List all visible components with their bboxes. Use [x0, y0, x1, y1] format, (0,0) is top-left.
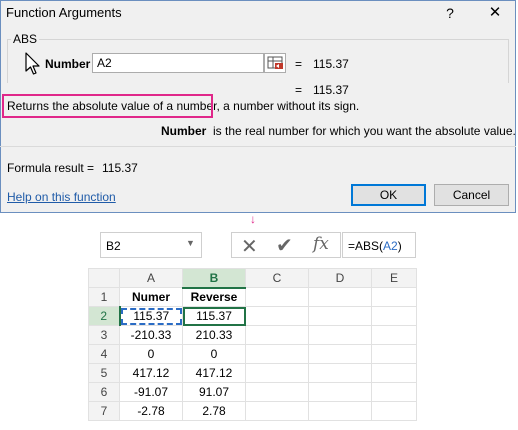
formula-prefix: =ABS(	[348, 239, 384, 253]
cell-a7[interactable]: -2.78	[119, 401, 183, 421]
formula-ref: A2	[383, 239, 398, 253]
cell-e4[interactable]	[371, 344, 417, 364]
cell-a3[interactable]: -210.33	[119, 325, 183, 345]
cell-e6[interactable]	[371, 382, 417, 402]
cell-e5[interactable]	[371, 363, 417, 383]
formula-result-label: Formula result =	[7, 161, 95, 175]
cell-b5[interactable]: 417.12	[182, 363, 246, 383]
cell-c7[interactable]	[245, 401, 309, 421]
select-all-corner[interactable]	[88, 268, 120, 288]
cell-a4[interactable]: 0	[119, 344, 183, 364]
cell-a6[interactable]: -91.07	[119, 382, 183, 402]
cell-d2[interactable]	[308, 306, 372, 326]
cell-d7[interactable]	[308, 401, 372, 421]
row-header-6[interactable]: 6	[88, 382, 120, 402]
column-header-b[interactable]: B	[182, 268, 246, 289]
cell-d4[interactable]	[308, 344, 372, 364]
number-arg-label: Number	[45, 57, 91, 71]
chevron-down-icon[interactable]: ▼	[186, 238, 195, 248]
column-header-e[interactable]: E	[371, 268, 417, 288]
help-button[interactable]: ?	[440, 2, 460, 24]
arg-equals-sign: =	[295, 57, 303, 71]
cell-d6[interactable]	[308, 382, 372, 402]
number-arg-input[interactable]	[92, 53, 264, 73]
cell-b7[interactable]: 2.78	[182, 401, 246, 421]
cell-b1[interactable]: Reverse	[182, 287, 246, 307]
cancel-button[interactable]: Cancel	[434, 184, 509, 206]
cell-d1[interactable]	[308, 287, 372, 307]
cell-c4[interactable]	[245, 344, 309, 364]
row-header-3[interactable]: 3	[88, 325, 120, 345]
insert-function-icon[interactable]: fx	[313, 234, 329, 254]
formula-suffix: )	[397, 239, 402, 253]
row-header-2[interactable]: 2	[88, 306, 121, 326]
row-header-1[interactable]: 1	[88, 287, 120, 307]
cell-a2[interactable]: 115.37	[119, 306, 183, 326]
cell-a1[interactable]: Numer	[119, 287, 183, 307]
formula-result-value: 115.37	[102, 161, 138, 175]
cell-b6[interactable]: 91.07	[182, 382, 246, 402]
down-arrow-icon: ↓	[250, 212, 256, 226]
column-header-a[interactable]: A	[119, 268, 183, 288]
cell-c6[interactable]	[245, 382, 309, 402]
cell-b3[interactable]: 210.33	[182, 325, 246, 345]
dialog-title: Function Arguments	[6, 5, 122, 20]
cell-c1[interactable]	[245, 287, 309, 307]
help-on-function-link[interactable]: Help on this function	[7, 190, 116, 204]
cell-c3[interactable]	[245, 325, 309, 345]
name-box-value: B2	[106, 239, 121, 253]
spreadsheet-grid: A B C D E 1 Numer Reverse 2 115.37 115.3…	[88, 268, 417, 421]
column-header-d[interactable]: D	[308, 268, 372, 288]
collapse-dialog-icon[interactable]	[264, 53, 286, 73]
ok-button[interactable]: OK	[351, 184, 426, 206]
cell-d3[interactable]	[308, 325, 372, 345]
description-highlight-box	[2, 94, 213, 118]
close-icon[interactable]: ✕	[484, 2, 506, 24]
param-description: is the real number for which you want th…	[213, 124, 516, 138]
cell-e2[interactable]	[371, 306, 417, 326]
cell-e7[interactable]	[371, 401, 417, 421]
param-name: Number	[161, 124, 207, 138]
cell-c2[interactable]	[245, 306, 309, 326]
function-name-label: ABS	[11, 32, 40, 46]
function-result-value: 115.37	[313, 83, 349, 97]
cell-c5[interactable]	[245, 363, 309, 383]
result-equals-sign: =	[295, 83, 303, 97]
row-header-5[interactable]: 5	[88, 363, 120, 383]
divider	[0, 146, 516, 147]
row-header-7[interactable]: 7	[88, 401, 120, 421]
cell-d5[interactable]	[308, 363, 372, 383]
cell-a5[interactable]: 417.12	[119, 363, 183, 383]
formula-bar-text: =ABS(A2)	[348, 239, 402, 253]
arg-evaluated-value: 115.37	[313, 57, 349, 71]
cancel-entry-icon[interactable]: ✕	[241, 234, 258, 259]
column-header-c[interactable]: C	[245, 268, 309, 288]
enter-check-icon[interactable]: ✔	[276, 233, 293, 258]
cell-b4[interactable]: 0	[182, 344, 246, 364]
cell-e1[interactable]	[371, 287, 417, 307]
cell-b2[interactable]: 115.37	[182, 306, 246, 326]
cell-e3[interactable]	[371, 325, 417, 345]
mouse-pointer-icon	[25, 52, 40, 75]
row-header-4[interactable]: 4	[88, 344, 120, 364]
